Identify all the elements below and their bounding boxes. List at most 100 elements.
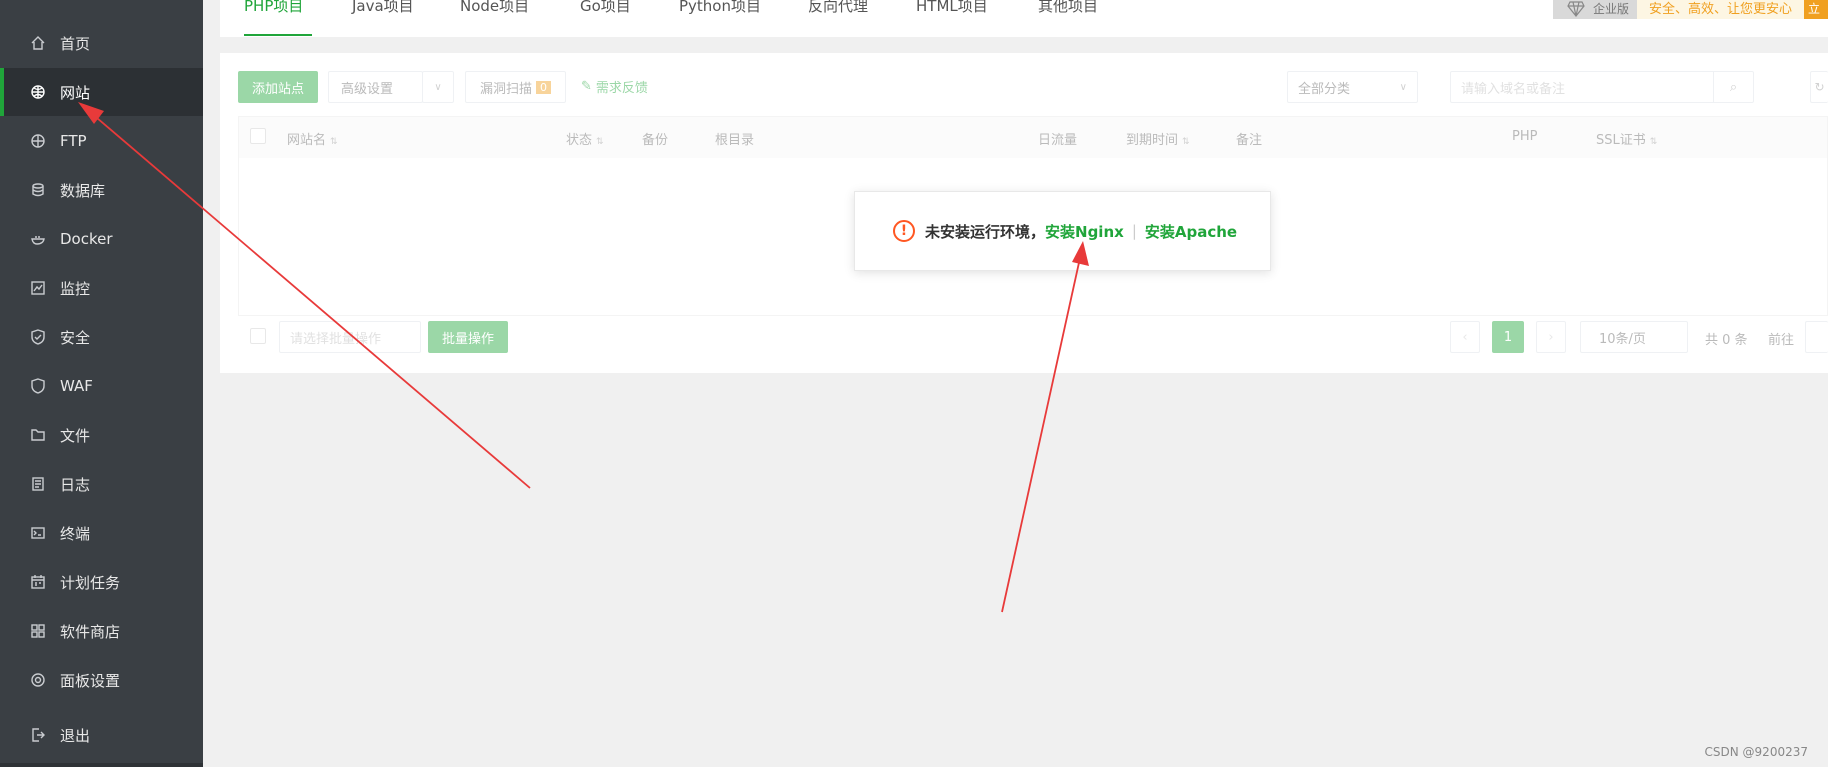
tab-other[interactable]: 其他项目 <box>1038 0 1098 37</box>
sidebar-item-label: 终端 <box>60 524 91 543</box>
chevron-down-icon: ∨ <box>434 81 442 93</box>
monitor-icon <box>30 280 46 296</box>
search-icon[interactable]: ⌕ <box>1713 72 1753 102</box>
grid-icon <box>30 623 46 639</box>
sidebar-item-cron[interactable]: 计划任务 <box>0 558 203 606</box>
sidebar-item-label: 软件商店 <box>60 622 121 641</box>
col-remark: 备注 <box>1236 133 1263 148</box>
tab-python[interactable]: Python项目 <box>679 0 761 37</box>
batch-operation-button[interactable]: 批量操作 <box>428 321 508 353</box>
sidebar-item-label: 面板设置 <box>60 671 121 690</box>
sidebar-item-terminal[interactable]: 终端 <box>0 509 203 557</box>
feedback-label: 需求反馈 <box>595 81 648 96</box>
project-tabs: PHP项目 Java项目 Node项目 Go项目 Python项目 反向代理 H… <box>220 0 1828 37</box>
footer-select-checkbox[interactable] <box>250 328 266 344</box>
tab-php[interactable]: PHP项目 <box>244 0 312 37</box>
vuln-scan-label: 漏洞扫描 <box>479 81 532 97</box>
tab-go[interactable]: Go项目 <box>580 0 631 37</box>
col-backup: 备份 <box>642 133 669 148</box>
home-icon <box>30 35 46 51</box>
add-site-button[interactable]: 添加站点 <box>238 71 318 103</box>
search-placeholder: 请输入域名或备注 <box>1461 81 1566 97</box>
folder-icon <box>30 427 46 443</box>
sidebar-item-ftp[interactable]: FTP <box>0 117 203 165</box>
col-status[interactable]: 状态 ⇅ <box>566 129 604 148</box>
col-ssl[interactable]: SSL证书 ⇅ <box>1596 129 1657 148</box>
diamond-icon <box>1567 1 1585 17</box>
next-page-button[interactable]: › <box>1536 321 1566 353</box>
col-site-name[interactable]: 网站名 ⇅ <box>287 129 338 148</box>
feedback-link[interactable]: ✎ 需求反馈 <box>581 77 648 96</box>
warning-icon: ! <box>893 220 915 242</box>
sidebar-item-label: WAF <box>60 377 93 395</box>
advanced-dropdown-toggle[interactable]: ∨ <box>422 71 454 103</box>
batch-operation-select[interactable]: 请选择批量操作 <box>279 321 421 353</box>
tab-node[interactable]: Node项目 <box>460 0 529 37</box>
sidebar-item-waf[interactable]: WAF <box>0 362 203 410</box>
enterprise-promo[interactable]: 企业版 安全、高效、让您更安心 立 <box>1552 0 1828 19</box>
promo-text: 安全、高效、让您更安心 <box>1648 2 1792 17</box>
sidebar-item-security[interactable]: 安全 <box>0 313 203 361</box>
col-expire[interactable]: 到期时间 ⇅ <box>1126 129 1190 148</box>
current-page[interactable]: 1 <box>1492 321 1524 353</box>
search-input[interactable]: 请输入域名或备注 ⌕ <box>1450 71 1754 103</box>
sidebar-item-label: 监控 <box>60 279 91 298</box>
log-icon <box>30 476 46 492</box>
chevron-down-icon: ∨ <box>1399 81 1407 93</box>
advanced-settings-button[interactable]: 高级设置 <box>328 71 423 103</box>
sidebar-item-label: 网站 <box>60 83 91 102</box>
sidebar-item-label: 文件 <box>60 426 91 445</box>
sidebar-item-logs[interactable]: 日志 <box>0 460 203 508</box>
sidebar-item-label: Docker <box>60 230 113 248</box>
vuln-count-badge: 0 <box>536 80 551 94</box>
database-icon <box>30 182 46 198</box>
edit-icon: ✎ <box>581 79 592 94</box>
page-size-select[interactable]: 10条/页 <box>1580 321 1688 353</box>
sidebar-item-files[interactable]: 文件 <box>0 411 203 459</box>
refresh-button[interactable]: ↻ <box>1810 71 1828 103</box>
sidebar-item-database[interactable]: 数据库 <box>0 166 203 214</box>
select-all-checkbox[interactable] <box>250 128 266 144</box>
docker-icon <box>30 231 46 247</box>
sidebar-item-label: 首页 <box>60 34 91 53</box>
sidebar-item-website[interactable]: 网站 <box>0 68 203 116</box>
goto-page-input[interactable] <box>1805 321 1828 353</box>
sidebar-item-monitor[interactable]: 监控 <box>0 264 203 312</box>
terminal-icon <box>30 525 46 541</box>
category-select[interactable]: 全部分类 ∨ <box>1287 71 1418 103</box>
sidebar-item-label: 日志 <box>60 475 91 494</box>
prev-page-button[interactable]: ‹ <box>1450 321 1480 353</box>
sidebar-item-store[interactable]: 软件商店 <box>0 607 203 655</box>
shield-icon <box>30 329 46 345</box>
install-nginx-link[interactable]: 安装Nginx <box>1045 221 1124 242</box>
col-traffic: 日流量 <box>1038 133 1078 148</box>
ftp-icon <box>30 133 46 149</box>
sidebar-item-docker[interactable]: Docker <box>0 215 203 263</box>
install-apache-link[interactable]: 安装Apache <box>1145 221 1237 242</box>
waf-icon <box>30 378 46 394</box>
logout-icon <box>30 727 46 743</box>
toast-separator: | <box>1131 222 1137 240</box>
tab-reverse-proxy[interactable]: 反向代理 <box>808 0 868 37</box>
env-missing-toast: ! 未安装运行环境， 安装Nginx | 安装Apache <box>854 191 1271 271</box>
calendar-icon <box>30 574 46 590</box>
sidebar-item-settings[interactable]: 面板设置 <box>0 656 203 704</box>
sidebar-item-label: 计划任务 <box>60 573 121 592</box>
tab-java[interactable]: Java项目 <box>352 0 414 37</box>
sidebar-item-home[interactable]: 首页 <box>0 19 203 67</box>
total-count: 共 0 条 <box>1705 333 1748 348</box>
sidebar-item-label: FTP <box>60 132 87 150</box>
category-value: 全部分类 <box>1298 81 1351 97</box>
enterprise-badge: 企业版 <box>1552 0 1637 19</box>
refresh-icon: ↻ <box>1814 80 1825 94</box>
vuln-scan-button[interactable]: 漏洞扫描 0 <box>465 71 566 103</box>
sidebar-item-label: 退出 <box>60 726 91 745</box>
col-php: PHP <box>1512 129 1538 144</box>
col-root: 根目录 <box>715 133 755 148</box>
tab-html[interactable]: HTML项目 <box>916 0 988 37</box>
advanced-settings-label: 高级设置 <box>341 81 394 97</box>
sidebar-item-logout[interactable]: 退出 <box>0 711 203 759</box>
promo-upgrade-button[interactable]: 立 <box>1804 0 1828 19</box>
toast-message: 未安装运行环境， <box>925 222 1046 241</box>
sidebar-item-label: 安全 <box>60 328 91 347</box>
